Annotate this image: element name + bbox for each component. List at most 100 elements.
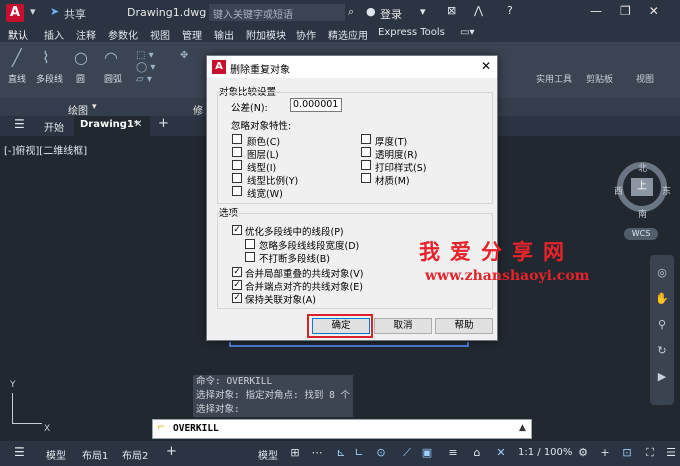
ok-button[interactable]: 确定 xyxy=(312,318,370,334)
selection-cycling-icon[interactable]: ⌂ xyxy=(470,446,484,460)
hardware-acceleration-icon[interactable]: ⊡ xyxy=(620,446,634,460)
compass-south[interactable]: 南 xyxy=(638,207,647,220)
annotation-scale[interactable]: 1:1 / 100% xyxy=(518,447,572,458)
viewport-label[interactable]: [-]俯视][二维线框] xyxy=(4,142,87,157)
tab-annotate[interactable]: 注释 xyxy=(76,27,96,42)
tab-collaborate[interactable]: 协作 xyxy=(296,27,316,42)
thickness-checkbox[interactable] xyxy=(361,134,371,144)
app-logo[interactable]: A xyxy=(6,4,24,22)
optimize-polylines-checkbox[interactable]: ✓ xyxy=(232,225,242,235)
linetype-scale-checkbox[interactable] xyxy=(232,173,242,183)
window-controls[interactable]: —❐✕ xyxy=(590,4,677,18)
close-tab-icon[interactable]: ✕ xyxy=(134,119,142,130)
new-tab-icon[interactable]: + xyxy=(158,116,169,131)
start-tab[interactable]: 开始 xyxy=(44,119,64,134)
add-icon[interactable]: + xyxy=(598,446,612,460)
dialog-close-icon[interactable]: ✕ xyxy=(481,59,491,73)
layout-menu-icon[interactable]: ☰ xyxy=(14,445,25,459)
tab-featured-apps[interactable]: 精选应用 xyxy=(328,27,368,42)
no-break-polyline-checkbox[interactable] xyxy=(245,252,255,262)
ignore-width-checkbox[interactable] xyxy=(245,239,255,249)
login-button[interactable]: 登录 xyxy=(380,6,402,22)
arc-icon[interactable]: ◠ xyxy=(104,48,118,67)
color-checkbox[interactable] xyxy=(232,134,242,144)
quick-access-toolbar[interactable]: ▾ xyxy=(30,5,36,18)
zoom-icon[interactable]: ⚲ xyxy=(655,318,669,332)
modify-group-label[interactable]: 修 xyxy=(193,102,203,117)
snap-icon[interactable]: ⋯ xyxy=(310,446,324,460)
search-icon[interactable]: ⌕ xyxy=(348,5,354,19)
model-tab[interactable]: 模型 xyxy=(46,447,66,462)
polyline-icon[interactable]: ⌇ xyxy=(42,48,50,67)
share-button[interactable]: 共享 xyxy=(64,6,86,22)
linetype-checkbox[interactable] xyxy=(232,160,242,170)
share-network-icon[interactable]: ⋀ xyxy=(474,4,483,17)
layer-checkbox[interactable] xyxy=(232,147,242,157)
compass-north[interactable]: 北 xyxy=(638,161,647,174)
dialog-title-bar[interactable]: A 删除重复对象 ✕ xyxy=(207,56,497,78)
draw-group-expand-icon[interactable]: ▾ xyxy=(92,102,97,112)
merge-endpoints-checkbox[interactable]: ✓ xyxy=(232,280,242,290)
pan-icon[interactable]: ✋ xyxy=(655,292,669,306)
draw-tools-icon[interactable]: ⬚ ▾ ◯ ▾ ▱ ▾ xyxy=(136,50,155,86)
keep-associative-checkbox[interactable]: ✓ xyxy=(232,293,242,303)
infer-icon[interactable]: ⊾ xyxy=(334,446,348,460)
help-button[interactable]: 帮助 xyxy=(435,318,493,334)
cart-icon[interactable]: ▾ xyxy=(420,5,426,18)
showmotion-icon[interactable]: ▶ xyxy=(655,370,669,384)
circle-button[interactable]: 圆 xyxy=(76,72,85,85)
isodraft-icon[interactable]: ⟋ xyxy=(400,446,414,460)
settings-icon[interactable]: ⚙ xyxy=(576,446,590,460)
layout1-tab[interactable]: 布局1 xyxy=(82,447,108,462)
circle-icon[interactable]: ○ xyxy=(74,48,88,67)
plotstyle-checkbox[interactable] xyxy=(361,160,371,170)
customization-icon[interactable]: ☰ xyxy=(664,446,678,460)
fullscreen-icon[interactable]: ⛶ xyxy=(643,446,657,460)
lineweight-icon[interactable]: ≡ xyxy=(446,446,460,460)
annotation-icon[interactable]: ✕ xyxy=(494,446,508,460)
drawing-tab[interactable]: Drawing1* xyxy=(80,119,139,130)
tab-view[interactable]: 视图 xyxy=(150,27,170,42)
object-snap-icon[interactable]: ▣ xyxy=(420,446,434,460)
tab-addins[interactable]: 附加模块 xyxy=(246,27,286,42)
help-icon[interactable]: ? xyxy=(507,4,513,17)
layout2-tab[interactable]: 布局2 xyxy=(122,447,148,462)
tab-output[interactable]: 输出 xyxy=(214,27,234,42)
ribbon-minimize-icon[interactable]: ▭▾ xyxy=(460,27,474,38)
line-icon[interactable]: ╱ xyxy=(12,48,22,67)
line-button[interactable]: 直线 xyxy=(8,72,26,85)
tab-parametric[interactable]: 参数化 xyxy=(108,27,138,42)
view-button[interactable]: 视图 xyxy=(636,72,654,85)
tolerance-input[interactable]: 0.000001 xyxy=(290,98,342,112)
store-icon[interactable]: ⊠ xyxy=(447,4,456,17)
clipboard-button[interactable]: 剪贴板 xyxy=(586,72,613,85)
move-icon[interactable]: ✥ xyxy=(180,50,188,61)
cancel-button[interactable]: 取消 xyxy=(374,318,432,334)
merge-overlap-checkbox[interactable]: ✓ xyxy=(232,267,242,277)
tab-manage[interactable]: 管理 xyxy=(182,27,202,42)
arc-button[interactable]: 圆弧 xyxy=(104,72,122,85)
command-input[interactable]: ⌐ OVERKILL ▲ xyxy=(152,419,532,439)
orbit-icon[interactable]: ↻ xyxy=(655,344,669,358)
steering-wheel-icon[interactable]: ◎ xyxy=(655,266,669,280)
add-layout-icon[interactable]: + xyxy=(166,444,177,459)
menu-icon[interactable]: ☰ xyxy=(14,117,25,131)
compass-west[interactable]: 西 xyxy=(614,184,623,197)
polyline-button[interactable]: 多段线 xyxy=(36,72,63,85)
polar-icon[interactable]: ⊙ xyxy=(374,446,388,460)
transparency-checkbox[interactable] xyxy=(361,147,371,157)
search-input[interactable]: 键入关键字或短语 xyxy=(209,4,345,21)
grid-icon[interactable]: ⊞ xyxy=(288,446,302,460)
command-dropdown-icon[interactable]: ▲ xyxy=(519,423,526,433)
tab-express-tools[interactable]: Express Tools xyxy=(378,27,445,38)
tab-insert[interactable]: 插入 xyxy=(44,27,64,42)
compass-east[interactable]: 东 xyxy=(662,184,671,197)
draw-group-label[interactable]: 绘图 xyxy=(68,102,88,117)
ortho-icon[interactable]: ∟ xyxy=(352,446,366,460)
wcs-menu[interactable]: WCS xyxy=(624,228,658,240)
lineweight-checkbox[interactable] xyxy=(232,186,242,196)
utilities-button[interactable]: 实用工具 xyxy=(536,72,572,85)
material-checkbox[interactable] xyxy=(361,173,371,183)
model-space-button[interactable]: 模型 xyxy=(258,447,278,462)
viewcube-top-face[interactable]: 上 xyxy=(631,178,653,196)
